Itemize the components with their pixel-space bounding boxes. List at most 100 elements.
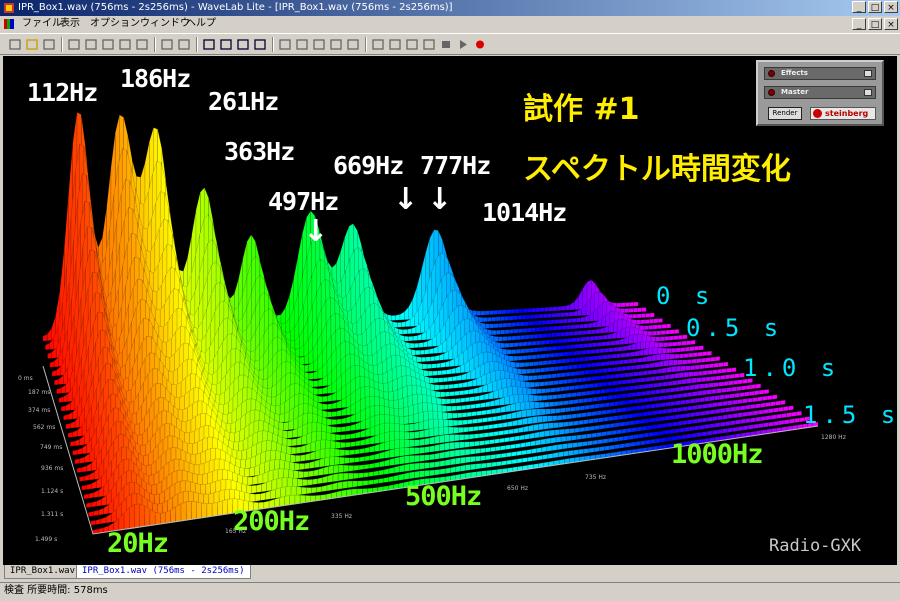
spectrum-cell (561, 305, 566, 311)
zoom-icon[interactable] (295, 38, 309, 51)
spectrum-cell (453, 426, 459, 434)
child-minimize-button[interactable]: _ (852, 18, 866, 30)
spectrum-cell (626, 344, 632, 351)
fade-icon[interactable] (329, 38, 343, 51)
render-button[interactable]: Render (768, 107, 802, 120)
view-grid-icon[interactable] (253, 38, 267, 51)
spectrum-cell (279, 496, 285, 507)
spectrum-cell (706, 430, 713, 436)
menu-file[interactable]: ファイル (22, 16, 62, 32)
minimize-button[interactable]: _ (852, 1, 866, 13)
spectrum-cell (496, 415, 503, 421)
new-icon[interactable] (8, 38, 22, 51)
rewind-icon[interactable] (388, 38, 402, 51)
spectrum-cell (636, 319, 641, 325)
spectrum-cell (398, 464, 405, 473)
spectrum-cell (49, 360, 55, 368)
spectrum-cell (765, 401, 771, 408)
cursor-icon[interactable] (278, 38, 292, 51)
master-row[interactable]: Master (764, 86, 876, 99)
spectrum-cell (511, 335, 517, 341)
spectrum-cell (473, 426, 479, 432)
copy-icon[interactable] (84, 38, 98, 51)
menu-help[interactable]: ヘルプ (186, 16, 216, 32)
spectrum-cell (535, 340, 541, 346)
cut-icon[interactable] (67, 38, 81, 51)
spectrum-cell (565, 358, 571, 364)
tab-file[interactable]: IPR_Box1.wav (4, 565, 82, 579)
spectrum-cell (734, 392, 740, 398)
menu-view[interactable]: 表示 (60, 16, 80, 32)
record-icon[interactable] (473, 38, 487, 51)
paste-icon[interactable] (101, 38, 115, 51)
spectrum-3d-view[interactable]: 112Hz 186Hz 261Hz 363Hz 497Hz 669Hz 777H… (3, 56, 897, 565)
close-button[interactable]: × (884, 1, 898, 13)
view-list-icon[interactable] (236, 38, 250, 51)
spectrum-cell (560, 436, 567, 443)
spectrum-cell (302, 479, 308, 487)
spectrum-cell (649, 318, 654, 324)
spectrum-cell (563, 421, 569, 428)
spectrum-cell (521, 368, 527, 375)
view-double-icon[interactable] (219, 38, 233, 51)
spectrum-cell (628, 334, 634, 345)
end-icon[interactable] (422, 38, 436, 51)
rewind-start-icon[interactable] (371, 38, 385, 51)
spectrum-cell (518, 426, 524, 433)
spectrum-cell (443, 419, 449, 428)
maximize-button[interactable]: □ (868, 1, 882, 13)
spectrum-cell (718, 362, 724, 368)
spectrum-cell (610, 340, 616, 346)
spectrum-cell (79, 434, 85, 446)
spectrum-cell (429, 461, 436, 469)
spectrum-cell (394, 447, 400, 458)
spectrum-cell (710, 356, 716, 362)
effects-row[interactable]: Effects (764, 67, 876, 80)
speaker-icon[interactable] (177, 38, 191, 51)
menu-window[interactable]: ウィンドウ (140, 16, 190, 32)
redo-icon[interactable] (135, 38, 149, 51)
spectrum-cell (535, 367, 541, 373)
spectrum-cell (570, 406, 576, 412)
spectrum-cell (624, 386, 630, 392)
tool-icon[interactable] (346, 38, 360, 51)
spectrum-cell (592, 321, 598, 328)
spectrum-cell (525, 381, 531, 389)
play-icon[interactable] (456, 38, 470, 51)
save-icon[interactable] (42, 38, 56, 51)
spectrum-cell (510, 309, 515, 314)
spectrum-cell (572, 378, 578, 384)
menu-options[interactable]: オプション (90, 16, 140, 32)
spectrum-cell (93, 489, 100, 498)
stop-icon[interactable] (439, 38, 453, 51)
undo-icon[interactable] (118, 38, 132, 51)
pencil-icon[interactable] (160, 38, 174, 51)
child-close-button[interactable]: × (884, 18, 898, 30)
spectrum-cell (645, 439, 651, 445)
master-toggle[interactable] (864, 89, 872, 96)
spectrum-cell (687, 405, 693, 411)
view-single-icon[interactable] (202, 38, 216, 51)
document-icon[interactable] (4, 19, 14, 29)
crossfade-icon[interactable] (312, 38, 326, 51)
spectrum-cell (668, 359, 674, 367)
spectrum-cell (753, 390, 760, 396)
tab-selection[interactable]: IPR_Box1.wav (756ms - 2s256ms) (76, 565, 251, 579)
spectrum-cell (467, 380, 473, 388)
open-icon[interactable] (25, 38, 39, 51)
effects-toggle[interactable] (864, 70, 872, 77)
time-tick: 1.124 s (41, 488, 64, 495)
spectrum-cell (74, 458, 80, 465)
forward-icon[interactable] (405, 38, 419, 51)
spectrum-cell (665, 401, 671, 407)
spectrum-cell (444, 459, 451, 467)
spectrum-cell (694, 364, 700, 370)
spectrum-cell (409, 463, 415, 472)
spectrum-cell (601, 431, 607, 437)
spectrum-cell (686, 433, 692, 439)
spectrum-cell (540, 438, 547, 445)
spectrum-cell (628, 434, 634, 440)
spectrum-cell (592, 439, 599, 446)
child-restore-button[interactable]: □ (868, 18, 882, 30)
spectrum-cell (694, 383, 700, 390)
